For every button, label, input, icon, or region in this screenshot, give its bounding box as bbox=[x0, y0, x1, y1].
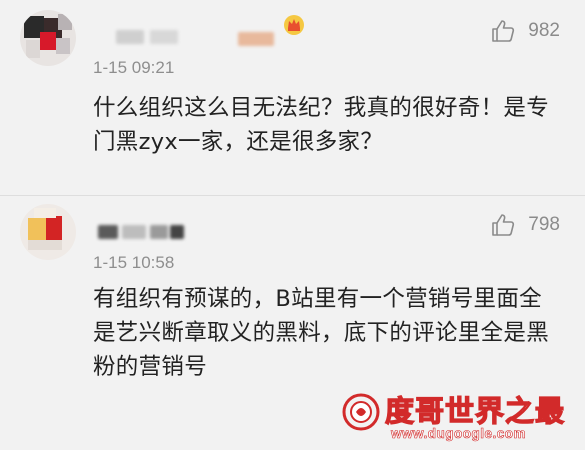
dugoogle-logo-icon bbox=[342, 393, 380, 431]
comment-text: 什么组织这么目无法纪？我真的很好奇！是专门黑zyx一家，还是很多家？ bbox=[93, 95, 550, 155]
watermark-url: www.dugoogle.com bbox=[391, 426, 526, 442]
comment-timestamp: 1-15 09:21 bbox=[93, 58, 175, 77]
watermark-title: 度哥世界之最 bbox=[384, 393, 566, 428]
site-watermark: 度哥世界之最 www.dugoogle.com bbox=[341, 386, 571, 446]
comment-timestamp: 1-15 10:58 bbox=[93, 253, 175, 272]
thumbs-up-icon bbox=[492, 214, 515, 236]
vip-crown-badge-icon bbox=[283, 14, 305, 36]
username-blurred[interactable] bbox=[122, 225, 146, 239]
username-blurred[interactable] bbox=[238, 32, 274, 46]
like-count: 982 bbox=[528, 20, 560, 41]
username-blurred[interactable] bbox=[98, 225, 118, 239]
like-button[interactable]: 982 bbox=[490, 18, 560, 44]
comment-item: 982 1-15 09:21 什么组织这么目无法纪？我真的很好奇！是专门黑zyx… bbox=[0, 0, 585, 195]
like-count: 798 bbox=[528, 214, 560, 235]
username-blurred[interactable] bbox=[170, 225, 184, 239]
avatar[interactable] bbox=[20, 10, 76, 66]
avatar[interactable] bbox=[20, 204, 76, 260]
thumbs-up-icon bbox=[492, 20, 515, 42]
like-button[interactable]: 798 bbox=[490, 212, 560, 238]
username-blurred[interactable] bbox=[116, 30, 144, 44]
comment-text: 有组织有预谋的，B站里有一个营销号里面全是艺兴断章取义的黑料，底下的评论里全是黑… bbox=[93, 286, 550, 380]
username-blurred[interactable] bbox=[150, 30, 178, 44]
username-blurred[interactable] bbox=[150, 225, 168, 239]
